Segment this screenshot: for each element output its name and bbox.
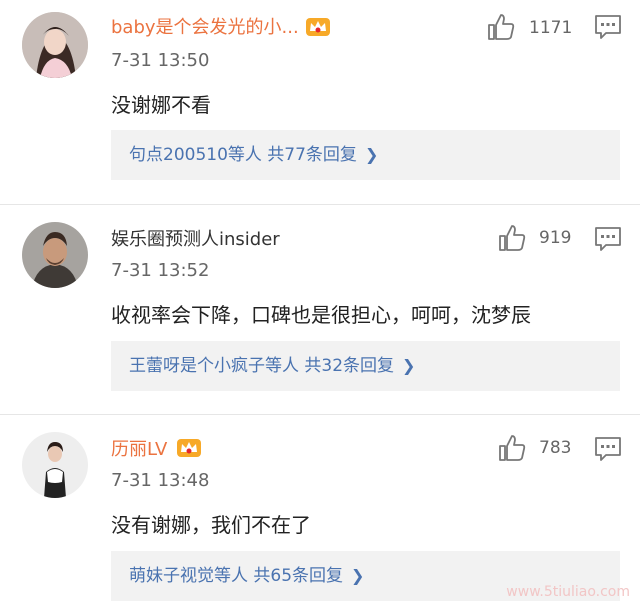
crown-badge-icon — [306, 18, 330, 36]
comment-text: 收视率会下降，口碑也是很担心，呵呵，沈梦辰 — [111, 303, 531, 327]
comment-icon[interactable] — [594, 14, 622, 40]
thumbs-up-icon[interactable] — [497, 223, 527, 253]
chevron-right-icon: ❯ — [364, 145, 379, 164]
like-count: 1171 — [529, 18, 573, 38]
chevron-right-icon: ❯ — [351, 566, 365, 585]
comment-icon[interactable] — [594, 436, 622, 462]
comment-item: 娱乐圈预测人insider 7-31 13:52 919 收视率会下降，口碑也是… — [0, 205, 640, 415]
comment-time: 7-31 13:52 — [111, 260, 210, 281]
username[interactable]: 历丽LV — [111, 438, 167, 462]
comment-icon[interactable] — [594, 226, 622, 252]
thumbs-up-icon[interactable] — [486, 12, 516, 42]
replies-link-label: 句点200510等人 共77条回复 — [129, 145, 357, 165]
comment-time: 7-31 13:50 — [111, 50, 210, 71]
comment-item: 历丽LV 7-31 13:48 783 没有谢娜，我们不在了 萌妹子视觉等人 共… — [0, 415, 640, 604]
avatar[interactable] — [22, 432, 88, 498]
comment-text: 没有谢娜，我们不在了 — [111, 513, 311, 537]
like-count: 919 — [539, 228, 572, 248]
avatar[interactable] — [22, 12, 88, 78]
comment-item: baby是个会发光的小... 7-31 13:50 1171 没谢娜不看 句点2… — [0, 0, 640, 204]
replies-link[interactable]: 句点200510等人 共77条回复 ❯ — [111, 130, 620, 180]
watermark: www.5tiuliao.com — [506, 584, 630, 600]
like-count: 783 — [539, 438, 572, 458]
avatar[interactable] — [22, 222, 88, 288]
chevron-right-icon: ❯ — [402, 356, 416, 375]
replies-link-label: 萌妹子视觉等人 共65条回复 — [129, 566, 344, 586]
comment-time: 7-31 13:48 — [111, 470, 210, 491]
replies-link-label: 王蕾呀是个小疯子等人 共32条回复 — [129, 356, 395, 376]
crown-badge-icon — [177, 439, 201, 457]
username[interactable]: baby是个会发光的小... — [111, 16, 299, 40]
username[interactable]: 娱乐圈预测人insider — [111, 228, 280, 252]
replies-link[interactable]: 王蕾呀是个小疯子等人 共32条回复 ❯ — [111, 341, 620, 391]
comment-text: 没谢娜不看 — [111, 93, 211, 117]
thumbs-up-icon[interactable] — [497, 433, 527, 463]
